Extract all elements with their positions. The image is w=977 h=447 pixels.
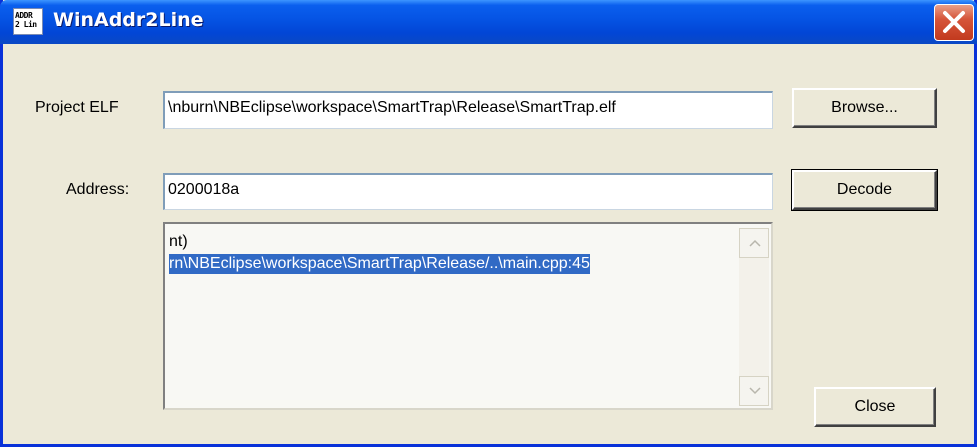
browse-button[interactable]: Browse... <box>792 88 937 128</box>
scroll-down-button[interactable] <box>739 376 769 406</box>
close-button-label: Close <box>854 398 896 415</box>
output-scrollbar[interactable] <box>739 228 769 406</box>
app-icon-text: ADDR 2 Lin <box>15 11 37 29</box>
list-item-selected[interactable]: rn\NBEclipse\workspace\SmartTrap\Release… <box>169 254 590 274</box>
scroll-up-icon <box>749 239 761 247</box>
project-elf-label: Project ELF <box>35 99 119 116</box>
close-button[interactable]: Close <box>814 387 936 427</box>
project-elf-field[interactable]: \nburn\NBEclipse\workspace\SmartTrap\Rel… <box>163 91 773 129</box>
winaddr2line-window: ADDR 2 Lin WinAddr2Line Project ELF \nbu… <box>0 0 977 447</box>
title-bar[interactable]: ADDR 2 Lin WinAddr2Line <box>0 0 977 44</box>
decode-button[interactable]: Decode <box>791 169 938 211</box>
window-title: WinAddr2Line <box>53 9 204 31</box>
decode-button-label: Decode <box>836 181 893 198</box>
list-item[interactable]: nt) <box>169 232 188 252</box>
browse-button-label: Browse... <box>831 99 898 116</box>
scroll-up-button[interactable] <box>739 228 769 258</box>
address-label: Address: <box>66 181 130 198</box>
close-icon <box>943 11 965 33</box>
scroll-down-icon <box>749 387 761 395</box>
app-icon: ADDR 2 Lin <box>13 8 43 35</box>
close-window-button[interactable] <box>934 4 974 41</box>
output-listbox[interactable]: nt) rn\NBEclipse\workspace\SmartTrap\Rel… <box>163 222 773 410</box>
address-field[interactable]: 0200018a <box>163 173 773 210</box>
